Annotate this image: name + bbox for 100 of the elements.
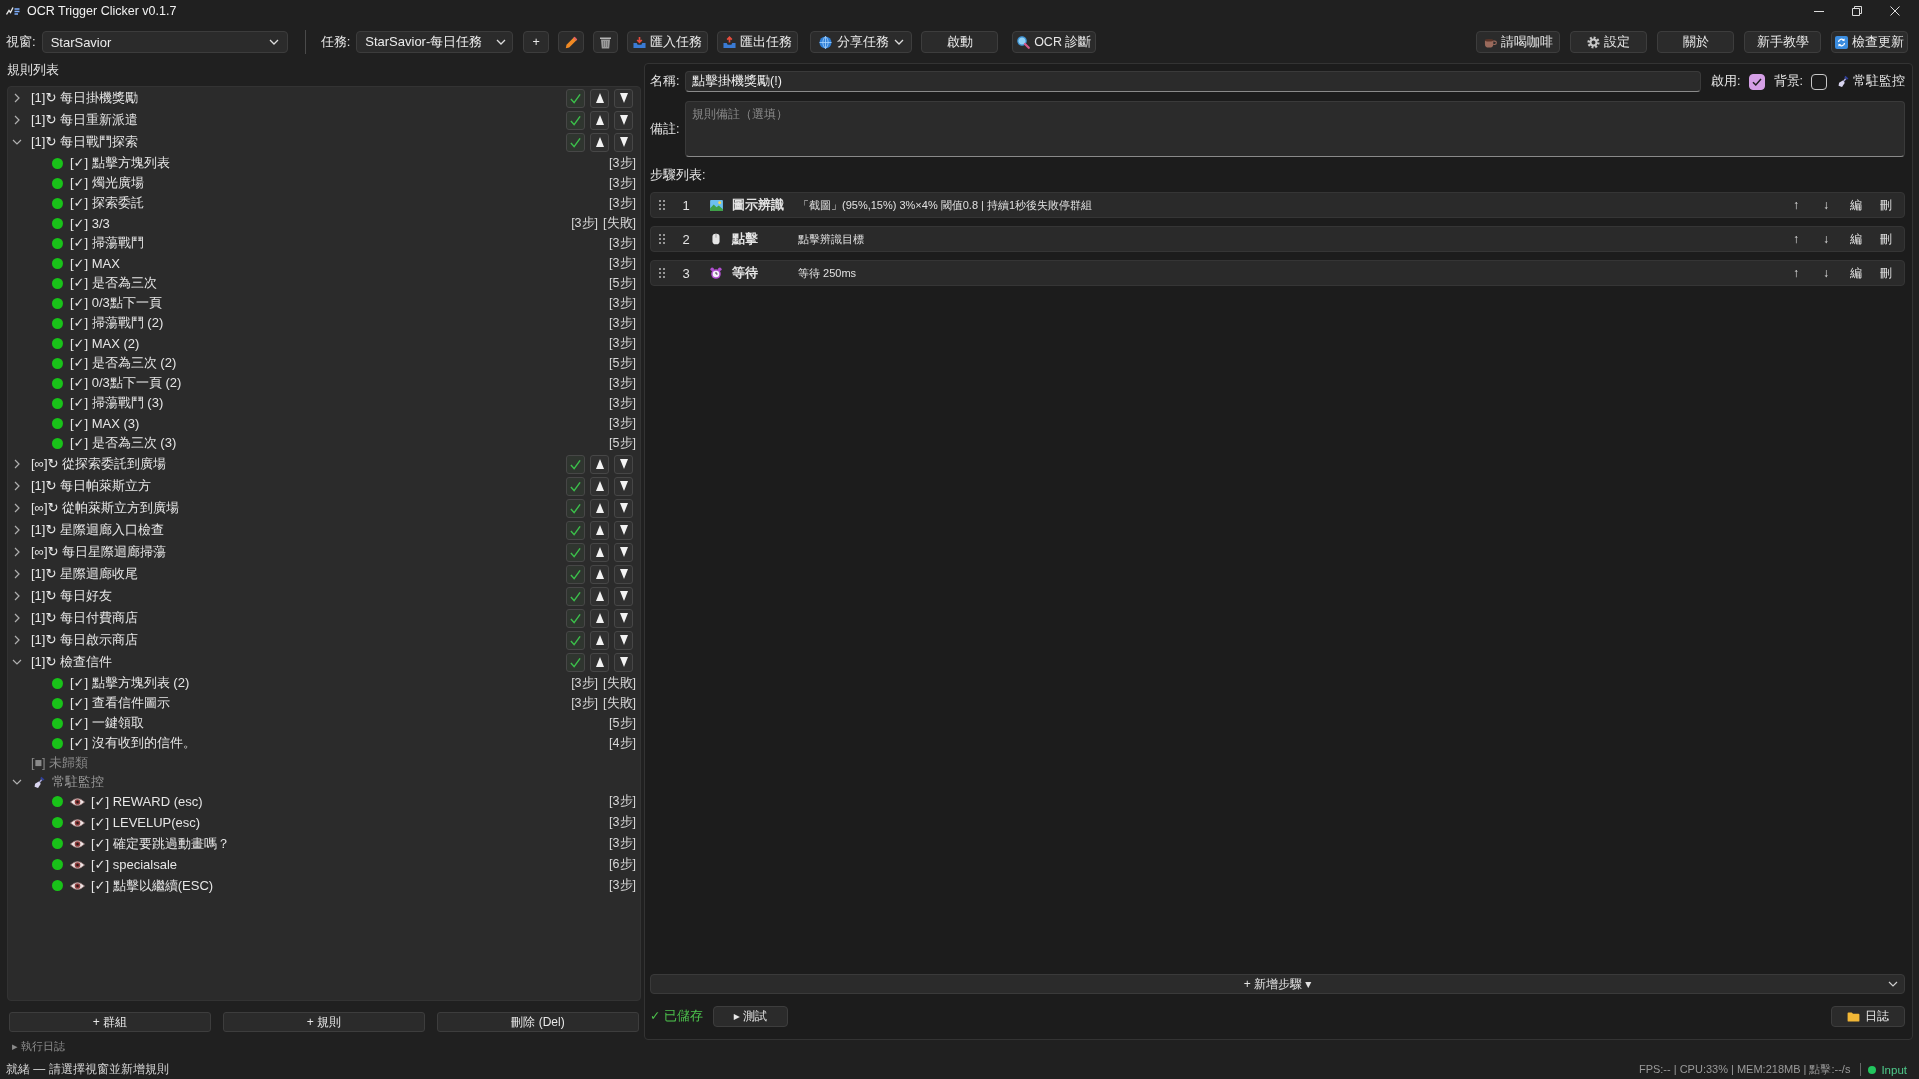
background-checkbox[interactable] <box>1811 73 1827 90</box>
move-up-button[interactable]: ↑ <box>1781 198 1811 212</box>
test-button[interactable]: ▸ 測試 <box>712 1006 788 1027</box>
move-down-button[interactable] <box>614 88 633 108</box>
move-down-button[interactable]: ↓ <box>1811 198 1841 212</box>
edit-step-button[interactable]: 編 <box>1841 196 1871 214</box>
move-down-button[interactable] <box>614 454 633 474</box>
add-rule-button[interactable]: + 規則 <box>223 1012 425 1032</box>
name-input[interactable]: 點擊掛機獎勵(!) <box>685 71 1702 92</box>
toggle-button[interactable] <box>566 88 585 108</box>
toggle-button[interactable] <box>566 608 585 628</box>
toggle-button[interactable] <box>566 542 585 562</box>
add-group-button[interactable]: + 群組 <box>9 1012 211 1032</box>
import-task-button[interactable]: 匯入任務 <box>627 31 709 53</box>
toggle-button[interactable] <box>566 476 585 496</box>
toggle-button[interactable] <box>566 454 585 474</box>
rule-group-label[interactable]: [1]↻ 每日帕萊斯立方 <box>31 477 151 495</box>
rule-label[interactable]: [✓] 0/3點下一頁 <box>70 294 162 312</box>
rule-label[interactable]: [✓] 是否為三次 (3) <box>70 434 177 452</box>
delete-step-button[interactable]: 刪 <box>1871 230 1901 248</box>
note-field[interactable]: 規則備註（選填） <box>685 101 1905 157</box>
ocr-diagnose-button[interactable]: OCR 診斷 <box>1012 31 1097 53</box>
rule-label[interactable]: [✓] specialsale <box>91 857 178 872</box>
start-button[interactable]: 啟動 <box>921 31 999 53</box>
move-down-button[interactable] <box>614 586 633 606</box>
move-up-button[interactable] <box>590 542 609 562</box>
move-down-button[interactable] <box>614 630 633 650</box>
rule-group-label[interactable]: [1]↻ 每日啟示商店 <box>31 631 138 649</box>
chevron-right-icon[interactable] <box>14 503 20 513</box>
rule-group-label[interactable]: [∞]↻ 每日星際迴廊掃蕩 <box>31 543 166 561</box>
rule-label[interactable]: [✓] LEVELUP(esc) <box>91 815 201 830</box>
step-row[interactable]: 2 點擊 點擊辨識目標 ↑ ↓ 編 刪 <box>650 226 1905 252</box>
rule-label[interactable]: [✓] 一鍵領取 <box>70 714 144 732</box>
monitor-group-label[interactable]: 常駐監控 <box>52 773 104 791</box>
log-button[interactable]: 日誌 <box>1831 1006 1905 1027</box>
move-down-button[interactable]: ↓ <box>1811 266 1841 280</box>
rule-label[interactable]: [✓] REWARD (esc) <box>91 794 203 809</box>
rule-label[interactable]: [✓] MAX (3) <box>70 415 140 431</box>
rule-label[interactable]: [✓] 3/3 <box>70 215 110 231</box>
move-down-button[interactable]: ↓ <box>1811 232 1841 246</box>
delete-button[interactable] <box>593 31 619 53</box>
rule-label[interactable]: [✓] MAX (2) <box>70 335 140 351</box>
edit-button[interactable] <box>558 31 585 53</box>
step-row[interactable]: 3 等待 等待 250ms ↑ ↓ 編 刪 <box>650 260 1905 286</box>
move-down-button[interactable] <box>614 498 633 518</box>
rule-label[interactable]: [✓] 掃蕩戰鬥 (3) <box>70 394 164 412</box>
move-up-button[interactable] <box>590 564 609 584</box>
move-down-button[interactable] <box>614 652 633 672</box>
drag-handle-icon[interactable] <box>659 234 665 244</box>
move-down-button[interactable] <box>614 132 633 152</box>
toggle-button[interactable] <box>566 498 585 518</box>
chevron-down-icon[interactable] <box>12 779 22 785</box>
rule-label[interactable]: [✓] 點擊方塊列表 (2) <box>70 674 190 692</box>
chevron-right-icon[interactable] <box>14 635 20 645</box>
rule-label[interactable]: [✓] 燭光廣場 <box>70 174 144 192</box>
move-up-button[interactable] <box>590 586 609 606</box>
move-up-button[interactable] <box>590 608 609 628</box>
move-up-button[interactable] <box>590 110 609 130</box>
rule-group-label[interactable]: [∞]↻ 從帕萊斯立方到廣場 <box>31 499 179 517</box>
rule-group-label[interactable]: [1]↻ 星際迴廊入口檢查 <box>31 521 164 539</box>
close-icon[interactable] <box>1890 6 1900 16</box>
rule-label[interactable]: [✓] MAX <box>70 255 120 271</box>
add-step-button[interactable]: + 新增步驟 ▾ <box>650 974 1905 994</box>
window-select[interactable]: StarSavior <box>41 31 288 53</box>
move-up-button[interactable] <box>590 132 609 152</box>
move-down-button[interactable] <box>614 520 633 540</box>
task-select[interactable]: StarSavior-每日任務 <box>356 31 514 53</box>
rule-group-label[interactable]: [1]↻ 每日戰鬥探索 <box>31 133 138 151</box>
edit-step-button[interactable]: 編 <box>1841 230 1871 248</box>
chevron-right-icon[interactable] <box>14 525 20 535</box>
coffee-button[interactable]: 請喝咖啡 <box>1476 31 1560 53</box>
chevron-right-icon[interactable] <box>14 613 20 623</box>
chevron-down-icon[interactable] <box>12 139 22 145</box>
rule-label[interactable]: [✓] 掃蕩戰鬥 (2) <box>70 314 164 332</box>
toggle-button[interactable] <box>566 652 585 672</box>
chevron-right-icon[interactable] <box>14 569 20 579</box>
drag-handle-icon[interactable] <box>659 200 665 210</box>
step-row[interactable]: 1 圖示辨識 「截圖」(95%,15%) 3%×4% 閾值0.8 | 持續1秒後失敗停群組 ↑ ↓ 編 刪 <box>650 192 1905 218</box>
chevron-right-icon[interactable] <box>14 547 20 557</box>
rule-group-label[interactable]: [1]↻ 每日掛機獎勵 <box>31 89 138 107</box>
uncategorized-label[interactable]: [■] 未歸類 <box>31 754 88 772</box>
move-up-button[interactable]: ↑ <box>1781 266 1811 280</box>
move-up-button[interactable] <box>590 476 609 496</box>
add-button[interactable]: + <box>523 31 550 53</box>
export-task-button[interactable]: 匯出任務 <box>717 31 799 53</box>
check-update-button[interactable]: 檢查更新 <box>1831 31 1908 53</box>
chevron-right-icon[interactable] <box>14 591 20 601</box>
drag-handle-icon[interactable] <box>659 268 665 278</box>
rule-label[interactable]: [✓] 沒有收到的信件。 <box>70 734 196 752</box>
rule-label[interactable]: [✓] 點擊方塊列表 <box>70 154 170 172</box>
chevron-down-icon[interactable] <box>12 659 22 665</box>
move-up-button[interactable] <box>590 498 609 518</box>
toggle-button[interactable] <box>566 630 585 650</box>
minimize-icon[interactable] <box>1814 10 1824 12</box>
enabled-checkbox[interactable] <box>1748 73 1765 90</box>
rule-group-label[interactable]: [1]↻ 每日重新派遣 <box>31 111 138 129</box>
log-toggle[interactable]: ▸ 執行日誌 <box>12 1038 65 1054</box>
rule-label[interactable]: [✓] 查看信件圖示 <box>70 694 170 712</box>
settings-button[interactable]: 設定 <box>1570 31 1647 53</box>
move-down-button[interactable] <box>614 564 633 584</box>
